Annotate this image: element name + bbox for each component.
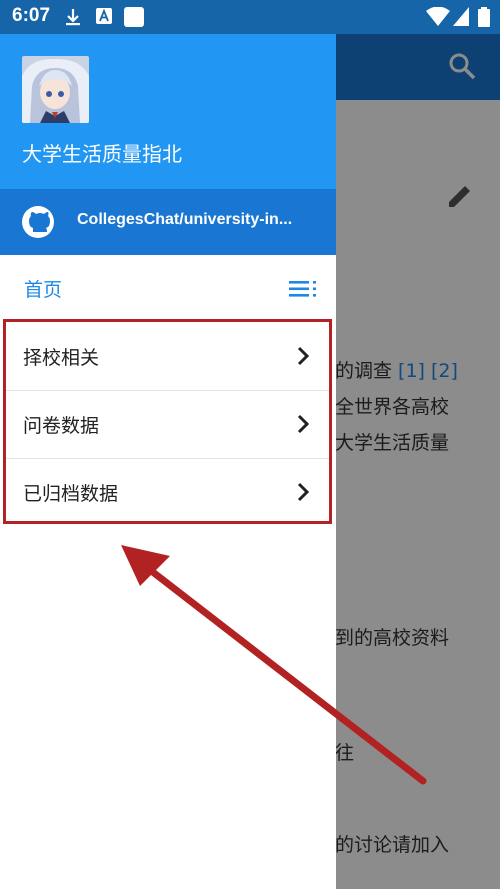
- status-bar: 6:07: [0, 0, 500, 34]
- signal-icon: [453, 7, 469, 26]
- drawer-title: 大学生活质量指北: [22, 142, 182, 166]
- download-icon: [66, 9, 80, 26]
- repo-name: CollegesChat/university-in...: [77, 211, 293, 228]
- home-label: 首页: [24, 279, 63, 301]
- wifi-icon: [426, 7, 450, 26]
- battery-icon: [478, 7, 490, 27]
- avatar: [22, 56, 89, 123]
- notification-icon: [124, 7, 144, 27]
- status-time: 6:07: [12, 5, 51, 26]
- table-of-contents-icon[interactable]: [289, 279, 317, 299]
- github-icon: [22, 206, 54, 238]
- drawer-header: 大学生活质量指北: [0, 34, 336, 189]
- annotation-highlight-box: [3, 319, 332, 524]
- translate-icon: [96, 8, 112, 24]
- navigation-drawer: 大学生活质量指北 CollegesChat/university-in... 首…: [0, 34, 336, 889]
- drawer-item-home[interactable]: 首页: [0, 255, 336, 321]
- repo-link[interactable]: CollegesChat/university-in...: [0, 189, 336, 255]
